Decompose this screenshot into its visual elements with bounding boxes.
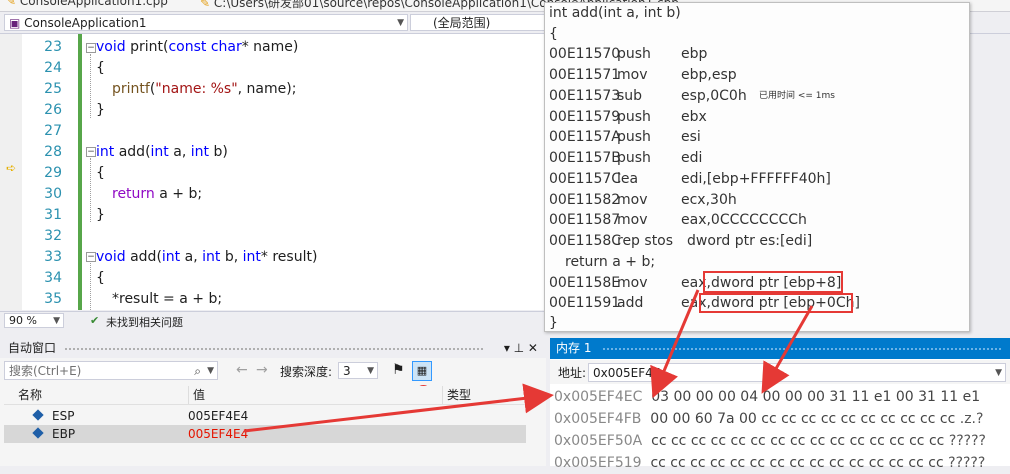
ebp-to-memory-arrow — [243, 383, 554, 433]
ebp8-to-value-arrow — [650, 289, 700, 399]
annotation-arrows — [243, 289, 814, 433]
ebp0c-to-value-arrow — [761, 305, 814, 394]
